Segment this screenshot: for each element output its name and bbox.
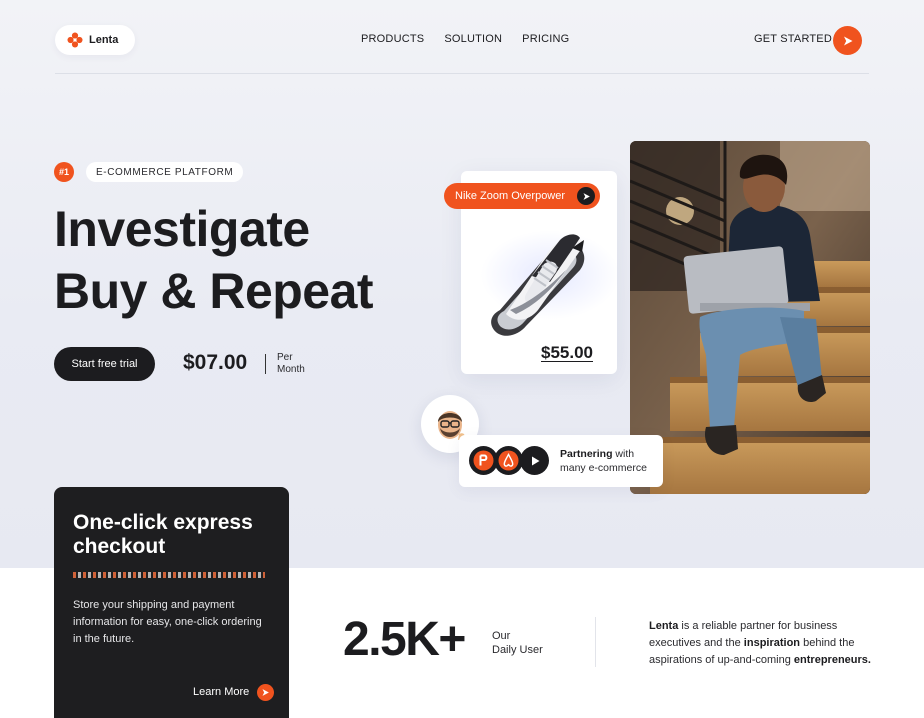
partner-logo-play[interactable] (520, 446, 549, 475)
about-highlight-entrepreneurs: entrepreneurs. (793, 654, 871, 666)
daily-users-count: 2.5K+ (343, 613, 466, 666)
price-period-line2: Month (277, 364, 305, 375)
nav-pricing[interactable]: PRICING (522, 33, 569, 45)
price-period-line1: Per (277, 352, 293, 363)
about-brand: Lenta (649, 620, 679, 632)
get-started-link[interactable]: GET STARTED (754, 33, 832, 45)
category-badge: E-COMMERCE PLATFORM (86, 162, 244, 182)
partner-text-line1: with (612, 448, 635, 460)
product-price[interactable]: $55.00 (541, 343, 593, 363)
airbnb-logo-icon (498, 450, 519, 471)
learn-more-button[interactable] (257, 684, 274, 701)
partner-logo-producthunt[interactable] (469, 446, 498, 475)
price-period: Per Month (277, 352, 305, 376)
play-logo-icon (531, 456, 539, 465)
main-nav: PRODUCTS SOLUTION PRICING (361, 33, 569, 45)
daily-users-label-line2: Daily User (492, 644, 543, 656)
learn-more-link[interactable]: Learn More (193, 686, 249, 698)
hero-title-line1: Investigate (54, 201, 310, 257)
arrow-right-icon (262, 689, 269, 696)
hero-photo (630, 141, 870, 494)
sneaker-image (491, 234, 585, 336)
daily-users-label: Our Daily User (492, 629, 543, 657)
about-highlight-inspiration: inspiration (743, 637, 801, 649)
product-arrow-button[interactable] (577, 187, 595, 205)
nav-divider (55, 73, 869, 74)
stats-divider (595, 617, 596, 667)
checkout-description: Store your shipping and payment informat… (73, 599, 262, 645)
about-text: Lenta is a reliable partner for business… (649, 618, 889, 669)
person-with-laptop-image (630, 141, 870, 494)
get-started-button[interactable] (833, 26, 862, 55)
daily-users-label-line1: Our (492, 630, 511, 642)
start-free-trial-button[interactable]: Start free trial (54, 347, 155, 381)
rank-badge: #1 (54, 162, 74, 182)
producthunt-logo-icon (473, 450, 494, 471)
price-divider (265, 354, 266, 374)
partner-text-line2: many e-commerce (560, 462, 647, 474)
partner-text: Partnering with many e-commerce (560, 447, 647, 475)
logo-text: Lenta (89, 34, 119, 46)
logo-flower-icon (67, 32, 83, 48)
partner-logo-airbnb[interactable] (494, 446, 523, 475)
arrow-right-icon (583, 192, 590, 200)
logo[interactable]: Lenta (55, 25, 135, 55)
decorative-divider (73, 572, 265, 578)
nav-solution[interactable]: SOLUTION (444, 33, 502, 45)
partner-text-bold: Partnering (560, 448, 613, 460)
plan-price: $07.00 (183, 351, 248, 374)
checkout-title: One-click express checkout (73, 511, 253, 558)
arrow-right-icon (843, 36, 852, 45)
hero-title: Investigate Buy & Repeat (54, 198, 374, 322)
hero-title-line2: Buy & Repeat (54, 263, 374, 319)
nav-products[interactable]: PRODUCTS (361, 33, 424, 45)
